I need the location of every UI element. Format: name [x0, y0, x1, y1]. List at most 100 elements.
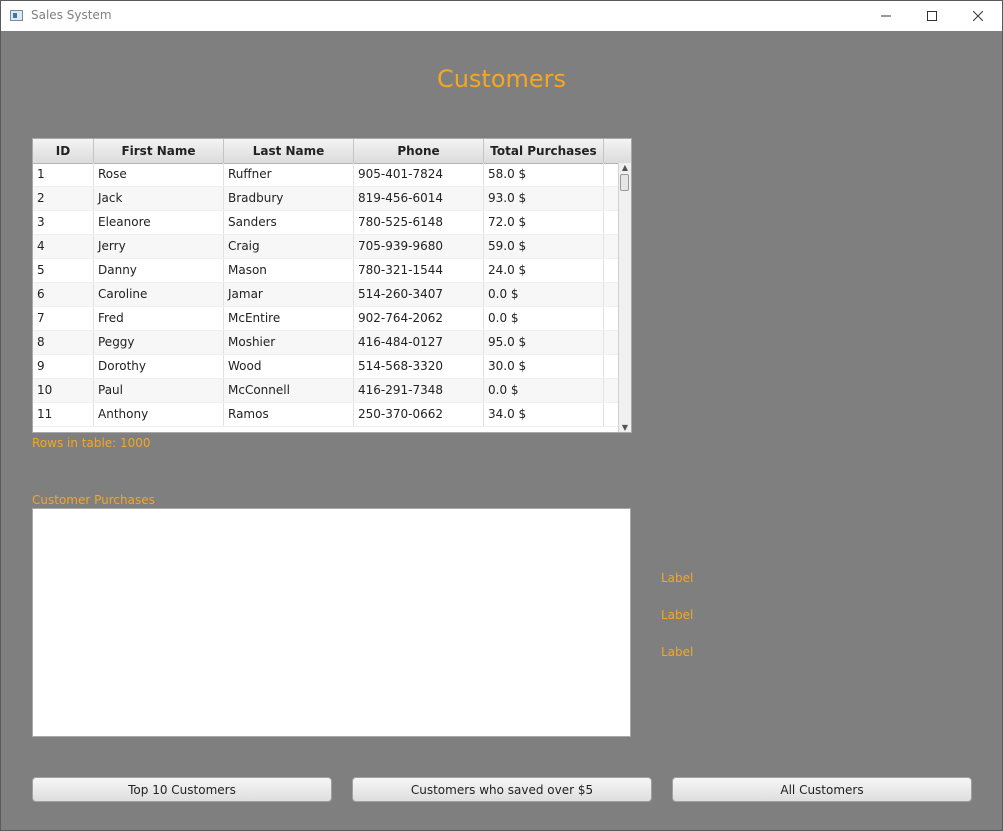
- cell-last-name: Ramos: [224, 403, 354, 426]
- info-label-3: Label: [661, 645, 694, 659]
- cell-filler: [604, 331, 619, 354]
- scroll-down-icon[interactable]: ▼: [621, 424, 629, 432]
- cell-first-name: Eleanore: [94, 211, 224, 234]
- info-label-1: Label: [661, 571, 694, 585]
- cell-first-name: Peggy: [94, 331, 224, 354]
- table-row[interactable]: 11 Anthony Ramos 250-370-0662 34.0 $: [33, 403, 619, 427]
- cell-first-name: Paul: [94, 379, 224, 402]
- cell-total-purchases: 34.0 $: [484, 403, 604, 426]
- cell-total-purchases: 0.0 $: [484, 379, 604, 402]
- window-title: Sales System: [31, 8, 112, 22]
- info-label-2: Label: [661, 608, 694, 622]
- close-icon: [973, 11, 983, 21]
- cell-filler: [604, 235, 619, 258]
- cell-first-name: Anthony: [94, 403, 224, 426]
- cell-last-name: Mason: [224, 259, 354, 282]
- cell-filler: [604, 307, 619, 330]
- cell-filler: [604, 187, 619, 210]
- cell-last-name: Sanders: [224, 211, 354, 234]
- cell-id: 4: [33, 235, 94, 258]
- table-row[interactable]: 5 Danny Mason 780-321-1544 24.0 $: [33, 259, 619, 283]
- table-scrollbar[interactable]: ▲ ▼: [618, 163, 631, 432]
- table-row[interactable]: 9 Dorothy Wood 514-568-3320 30.0 $: [33, 355, 619, 379]
- cell-id: 10: [33, 379, 94, 402]
- cell-total-purchases: 24.0 $: [484, 259, 604, 282]
- cell-phone: 514-568-3320: [354, 355, 484, 378]
- cell-first-name: Caroline: [94, 283, 224, 306]
- cell-id: 6: [33, 283, 94, 306]
- cell-phone: 514-260-3407: [354, 283, 484, 306]
- table-body: 1 Rose Ruffner 905-401-7824 58.0 $2 Jack Bradb…: [33, 163, 619, 427]
- cell-phone: 705-939-9680: [354, 235, 484, 258]
- column-header-phone[interactable]: Phone: [354, 139, 484, 163]
- app-window: Sales System Customers ID First Name Las…: [0, 0, 1003, 831]
- maximize-button[interactable]: [909, 1, 955, 31]
- customer-purchases-label: Customer Purchases: [32, 493, 155, 507]
- cell-phone: 250-370-0662: [354, 403, 484, 426]
- close-button[interactable]: [955, 1, 1001, 31]
- cell-total-purchases: 30.0 $: [484, 355, 604, 378]
- cell-last-name: Wood: [224, 355, 354, 378]
- table-row[interactable]: 4 Jerry Craig 705-939-9680 59.0 $: [33, 235, 619, 259]
- cell-last-name: Moshier: [224, 331, 354, 354]
- cell-total-purchases: 95.0 $: [484, 331, 604, 354]
- cell-first-name: Jerry: [94, 235, 224, 258]
- cell-phone: 780-321-1544: [354, 259, 484, 282]
- table-row[interactable]: 10 Paul McConnell 416-291-7348 0.0 $: [33, 379, 619, 403]
- app-icon: [10, 10, 23, 21]
- cell-last-name: Jamar: [224, 283, 354, 306]
- table-row[interactable]: 6 Caroline Jamar 514-260-3407 0.0 $: [33, 283, 619, 307]
- cell-total-purchases: 58.0 $: [484, 163, 604, 186]
- cell-last-name: Ruffner: [224, 163, 354, 186]
- cell-total-purchases: 59.0 $: [484, 235, 604, 258]
- cell-id: 1: [33, 163, 94, 186]
- cell-first-name: Fred: [94, 307, 224, 330]
- cell-filler: [604, 379, 619, 402]
- column-header-last-name[interactable]: Last Name: [224, 139, 354, 163]
- table-row[interactable]: 3 Eleanore Sanders 780-525-6148 72.0 $: [33, 211, 619, 235]
- cell-first-name: Danny: [94, 259, 224, 282]
- minimize-icon: [881, 15, 891, 17]
- customers-table[interactable]: ID First Name Last Name Phone Total Purc…: [32, 138, 632, 433]
- cell-total-purchases: 93.0 $: [484, 187, 604, 210]
- table-row[interactable]: 7 Fred McEntire 902-764-2062 0.0 $: [33, 307, 619, 331]
- cell-id: 9: [33, 355, 94, 378]
- cell-id: 8: [33, 331, 94, 354]
- table-row[interactable]: 2 Jack Bradbury 819-456-6014 93.0 $: [33, 187, 619, 211]
- cell-phone: 780-525-6148: [354, 211, 484, 234]
- customers-saved-over-5-button[interactable]: Customers who saved over $5: [352, 777, 652, 802]
- cell-filler: [604, 283, 619, 306]
- table-row[interactable]: 1 Rose Ruffner 905-401-7824 58.0 $: [33, 163, 619, 187]
- cell-total-purchases: 0.0 $: [484, 283, 604, 306]
- column-header-filler: [604, 139, 631, 163]
- cell-total-purchases: 72.0 $: [484, 211, 604, 234]
- cell-id: 7: [33, 307, 94, 330]
- cell-phone: 819-456-6014: [354, 187, 484, 210]
- all-customers-button[interactable]: All Customers: [672, 777, 972, 802]
- cell-last-name: McEntire: [224, 307, 354, 330]
- column-header-total-purchases[interactable]: Total Purchases: [484, 139, 604, 163]
- column-header-first-name[interactable]: First Name: [94, 139, 224, 163]
- cell-total-purchases: 0.0 $: [484, 307, 604, 330]
- cell-filler: [604, 211, 619, 234]
- maximize-icon: [927, 11, 937, 21]
- title-bar[interactable]: Sales System: [1, 1, 1002, 31]
- cell-id: 2: [33, 187, 94, 210]
- table-row[interactable]: 8 Peggy Moshier 416-484-0127 95.0 $: [33, 331, 619, 355]
- cell-phone: 902-764-2062: [354, 307, 484, 330]
- cell-filler: [604, 403, 619, 426]
- minimize-button[interactable]: [863, 1, 909, 31]
- cell-first-name: Rose: [94, 163, 224, 186]
- cell-last-name: Bradbury: [224, 187, 354, 210]
- table-header: ID First Name Last Name Phone Total Purc…: [33, 139, 631, 164]
- scroll-up-icon[interactable]: ▲: [621, 164, 629, 172]
- top-10-customers-button[interactable]: Top 10 Customers: [32, 777, 332, 802]
- cell-last-name: Craig: [224, 235, 354, 258]
- cell-phone: 416-291-7348: [354, 379, 484, 402]
- rows-count-label: Rows in table: 1000: [32, 436, 151, 450]
- column-header-id[interactable]: ID: [33, 139, 94, 163]
- cell-first-name: Jack: [94, 187, 224, 210]
- scrollbar-thumb[interactable]: [620, 174, 629, 191]
- customer-purchases-list[interactable]: [32, 508, 631, 737]
- cell-id: 3: [33, 211, 94, 234]
